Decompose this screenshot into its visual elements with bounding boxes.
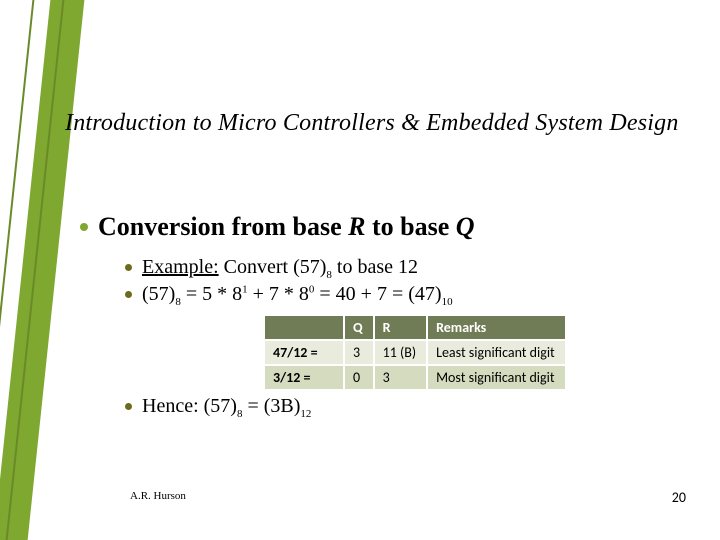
main-bullet: Conversion from base R to base Q [80,212,720,242]
hence-mid: = (3B) [242,395,300,417]
sub-bullet-example: Example: Convert (57)8 to base 12 [125,256,720,279]
cell-op: 47/12 = [265,339,345,364]
main-q: Q [456,212,475,241]
bullet-icon [125,403,132,410]
bullet-icon [80,223,88,231]
hence-b12: 12 [300,408,311,420]
cell-op: 3/12 = [265,364,345,389]
sub-calc-text: (57)8 = 5 * 81 + 7 * 80 = 40 + 7 = (47)1… [142,283,453,306]
calc-a: (57) [142,283,175,305]
table-row: 47/12 = 3 11 (B) Least significant digit [265,339,565,364]
main-r: R [348,212,365,241]
footer-author: A.R. Hurson [130,490,186,502]
example-rest-b: to base 12 [332,256,418,278]
table-row: 3/12 = 0 3 Most significant digit [265,364,565,389]
table-header-r: R [375,316,428,339]
sub-hence-text: Hence: (57)8 = (3B)12 [142,395,311,418]
calc-plus: + 7 * 8 [248,283,309,305]
footer-page-number: 20 [672,489,686,506]
table-header-blank [265,316,345,339]
hence-lead: Hence: (57) [142,395,237,417]
calc-b10: 10 [442,296,453,308]
cell-q: 0 [345,364,375,389]
sub-bullet-hence: Hence: (57)8 = (3B)12 [125,395,720,418]
example-label: Example: [142,256,219,278]
cell-q: 3 [345,339,375,364]
main-mid: to base [365,212,455,241]
conversion-table: Q R Remarks 47/12 = 3 11 (B) Least signi… [265,316,565,389]
slide-title: Introduction to Micro Controllers & Embe… [65,110,720,137]
main-prefix: Conversion from base [98,212,348,241]
calc-eq1: = 5 * 8 [181,283,242,305]
content-area: Introduction to Micro Controllers & Embe… [55,0,720,540]
table-header-row: Q R Remarks [265,316,565,339]
main-bullet-text: Conversion from base R to base Q [98,212,475,242]
cell-rem: Least significant digit [428,339,565,364]
calc-mid: = 40 + 7 = (47) [314,283,441,305]
bullet-icon [125,264,132,271]
table-header-remarks: Remarks [428,316,565,339]
bullet-icon [125,291,132,298]
sub-bullets: Example: Convert (57)8 to base 12 (57)8 … [125,256,720,418]
table-header-q: Q [345,316,375,339]
slide: Introduction to Micro Controllers & Embe… [0,0,720,540]
sub-example-text: Example: Convert (57)8 to base 12 [142,256,418,279]
cell-rem: Most significant digit [428,364,565,389]
cell-r: 11 (B) [375,339,428,364]
cell-r: 3 [375,364,428,389]
sub-bullet-calc: (57)8 = 5 * 81 + 7 * 80 = 40 + 7 = (47)1… [125,283,720,306]
example-rest-a: Convert (57) [219,256,327,278]
